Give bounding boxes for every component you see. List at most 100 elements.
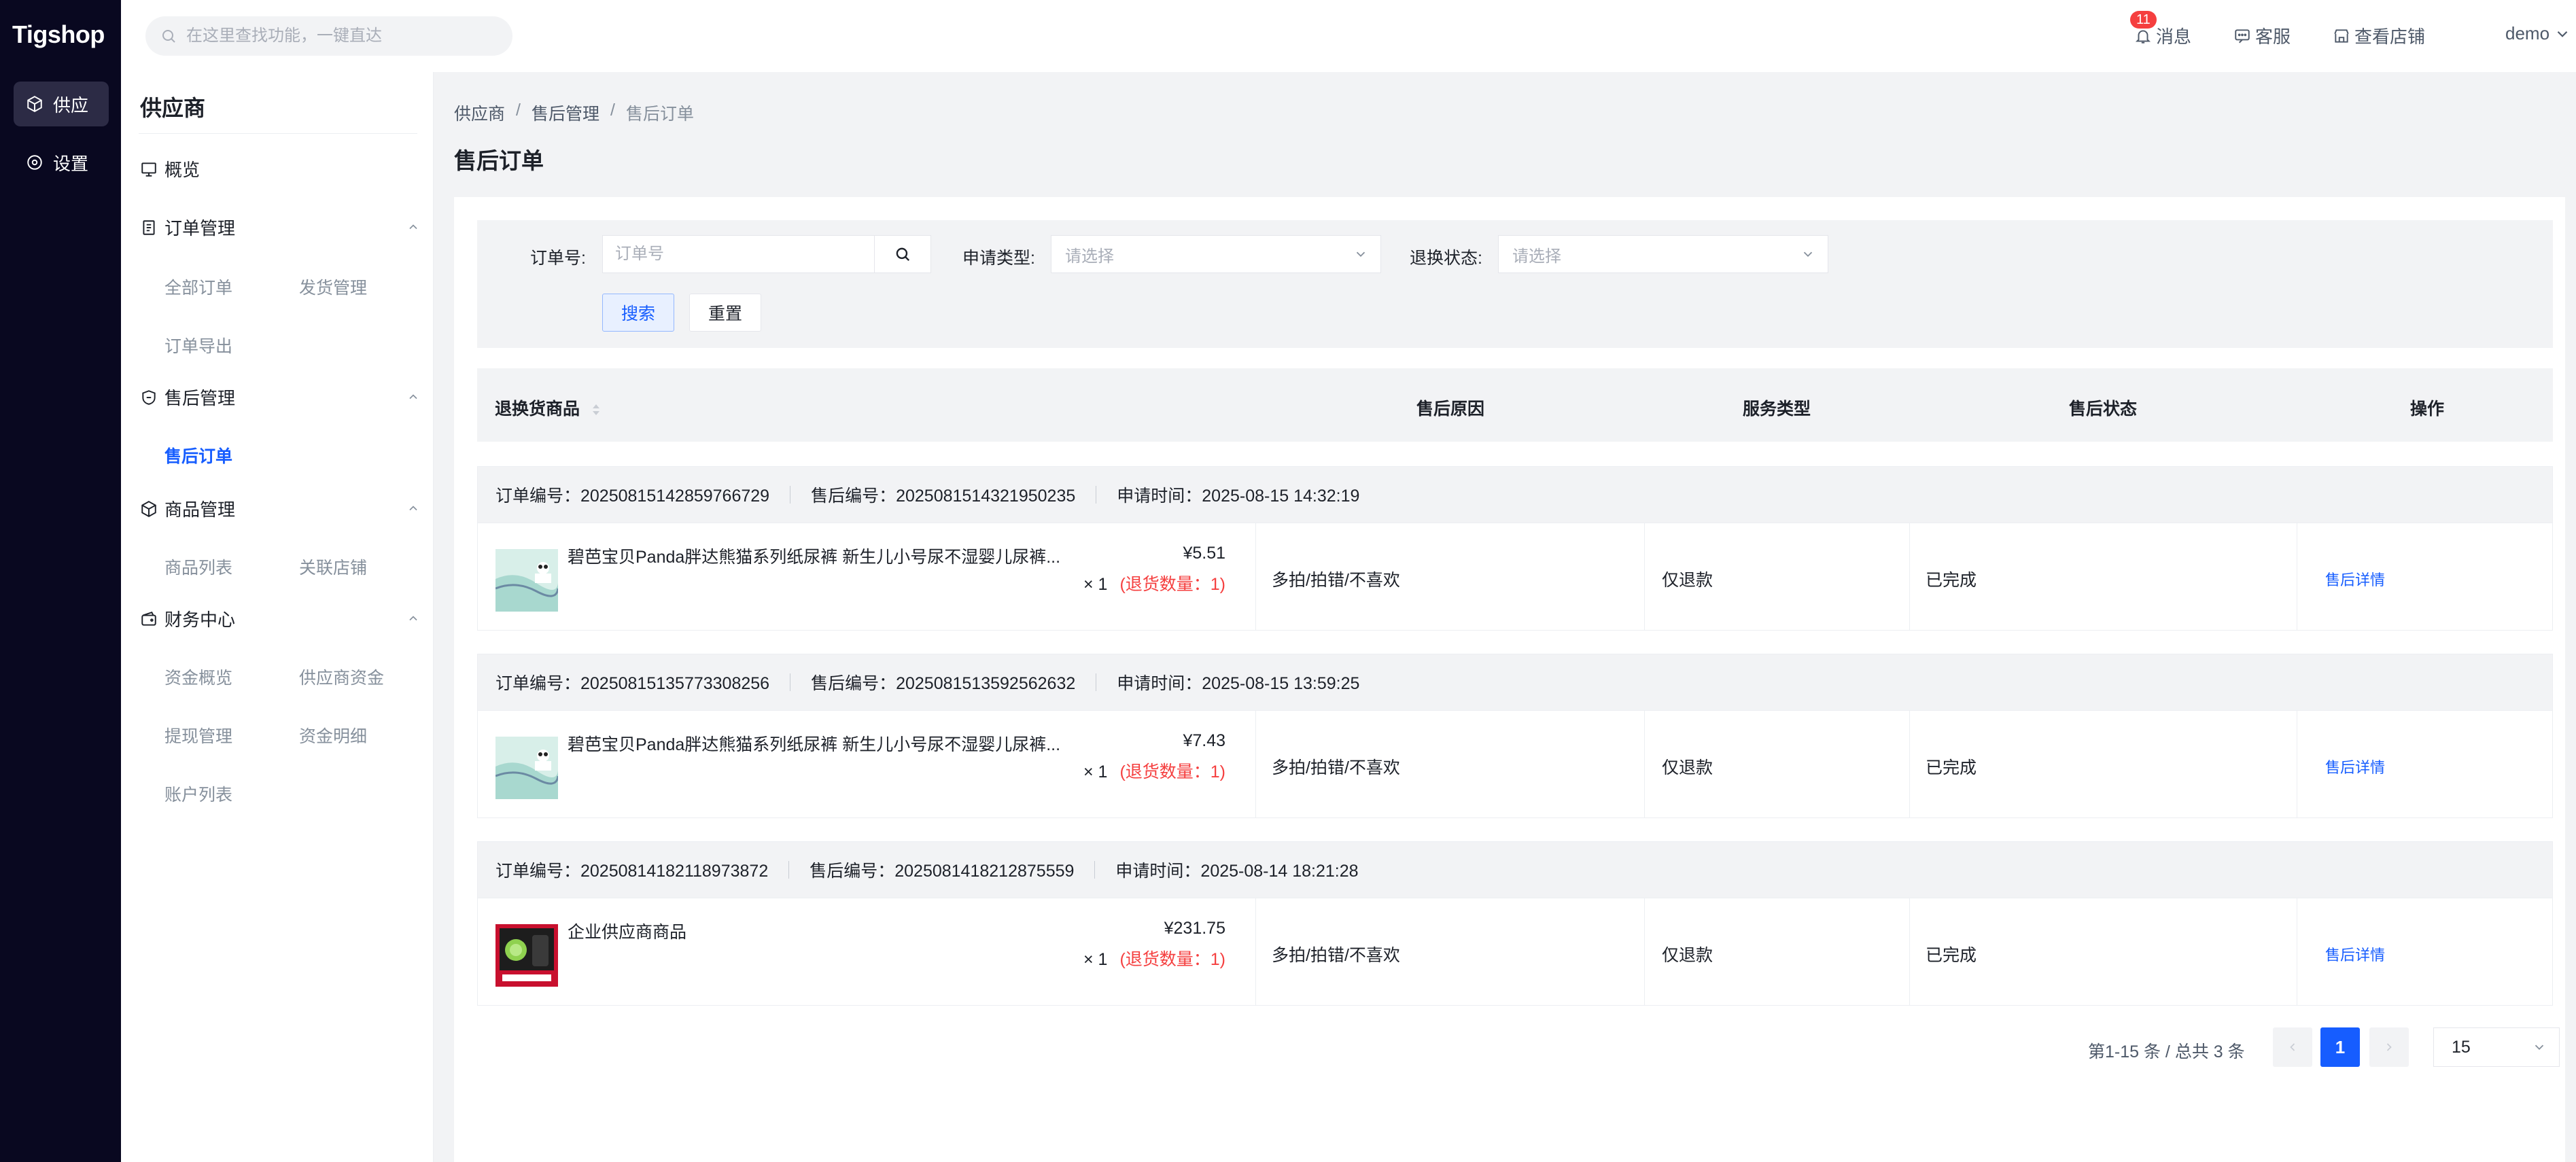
rail-item-label: 供应: [53, 94, 89, 116]
quantity-value: × 1: [1083, 762, 1108, 781]
shop-icon: [2334, 29, 2349, 43]
sidebar-group-products[interactable]: 商品管理: [140, 496, 235, 521]
sidebar-group-finance[interactable]: 财务中心: [140, 606, 235, 631]
aftersale-reason: 多拍/拍错/不喜欢: [1272, 758, 1400, 777]
breadcrumb-item[interactable]: 供应商: [454, 101, 505, 125]
breadcrumb-item[interactable]: 售后管理: [532, 101, 599, 125]
order-no-label: 订单号:: [530, 249, 586, 268]
order-number: 订单编号：20250814182118973872: [495, 862, 769, 881]
reset-button[interactable]: 重置: [689, 294, 761, 332]
return-status-select[interactable]: 请选择: [1498, 235, 1828, 273]
column-header-service: 服务类型: [1743, 400, 1811, 419]
notice-button[interactable]: 11 消息: [2130, 11, 2191, 48]
sidebar-item-linked-shops[interactable]: 关联店铺: [299, 554, 367, 579]
global-search-input[interactable]: [185, 26, 498, 46]
sidebar-group-label: 财务中心: [164, 610, 236, 630]
order-no-input[interactable]: [602, 235, 875, 273]
order-search-button[interactable]: [874, 235, 931, 273]
rail-item-label: 设置: [53, 153, 89, 174]
table-row: 订单编号：20250815135773308256 售后编号：202508151…: [477, 654, 2553, 818]
sidebar-divider: [139, 133, 417, 134]
page-size-select[interactable]: 15: [2433, 1027, 2560, 1067]
product-thumbnail[interactable]: [495, 924, 558, 987]
aftersale-status: 已完成: [1926, 946, 1977, 965]
sidebar-item-funds-overview[interactable]: 资金概览: [164, 665, 232, 689]
service-button[interactable]: 客服: [2233, 23, 2291, 48]
product-name[interactable]: 企业供应商商品: [568, 919, 1084, 943]
sidebar-item-withdrawals[interactable]: 提现管理: [164, 723, 232, 747]
box-icon: [141, 500, 156, 517]
view-shop-label: 查看店铺: [2354, 27, 2426, 47]
breadcrumb: 供应商 / 售后管理 / 售后订单: [454, 101, 694, 125]
product-name[interactable]: 碧芭宝贝Panda胖达熊猫系列纸尿裤 新生儿小号尿不湿婴儿尿裤...: [568, 731, 1084, 756]
apply-time: 申请时间：2025-08-15 13:59:25: [1117, 674, 1360, 693]
filter-panel: 订单号: 申请类型: 请选择 退换状态: 请选择 搜索 重置: [477, 220, 2553, 348]
breadcrumb-separator: /: [516, 101, 521, 120]
sidebar-title: 供应商: [140, 96, 206, 120]
sidebar-item-aftersale-orders[interactable]: 售后订单: [164, 443, 232, 468]
sidebar-group-label: 商品管理: [164, 499, 236, 520]
service-type: 仅退款: [1662, 946, 1713, 965]
aftersale-reason: 多拍/拍错/不喜欢: [1272, 571, 1400, 590]
product-thumbnail[interactable]: [495, 737, 558, 799]
product-name[interactable]: 碧芭宝贝Panda胖达熊猫系列纸尿裤 新生儿小号尿不湿婴儿尿裤...: [568, 544, 1084, 568]
sidebar-item-product-list[interactable]: 商品列表: [164, 554, 232, 579]
monitor-icon: [141, 162, 156, 177]
sidebar-item-order-export[interactable]: 订单导出: [164, 333, 232, 357]
column-header-reason: 售后原因: [1416, 400, 1485, 419]
chevron-down-icon: [1356, 251, 1365, 258]
apply-time: 申请时间：2025-08-14 18:21:28: [1115, 862, 1359, 881]
sidebar-group-aftersales[interactable]: 售后管理: [140, 385, 235, 410]
view-shop-button[interactable]: 查看店铺: [2333, 23, 2425, 48]
chevron-left-icon: [2290, 1043, 2295, 1051]
service-label: 客服: [2255, 27, 2291, 47]
service-type: 仅退款: [1662, 758, 1713, 777]
chevron-down-icon: [2557, 31, 2568, 37]
chevron-up-icon[interactable]: [406, 501, 420, 515]
column-header-product[interactable]: 退换货商品: [495, 395, 602, 420]
return-status-placeholder: 请选择: [1512, 247, 1561, 266]
aftersale-detail-link[interactable]: 售后详情: [2325, 756, 2385, 777]
rail-item-supply[interactable]: 供应: [14, 82, 109, 126]
aftersale-detail-link[interactable]: 售后详情: [2325, 943, 2385, 965]
sidebar-item-all-orders[interactable]: 全部订单: [164, 275, 232, 299]
page-button-current[interactable]: 1: [2320, 1027, 2360, 1067]
order-info-bar: 订单编号：20250815142859766729 售后编号：202508151…: [477, 466, 2553, 523]
global-search[interactable]: [145, 16, 512, 56]
user-name: demo: [2505, 23, 2550, 43]
search-icon: [896, 247, 910, 262]
sort-icon[interactable]: [590, 402, 602, 417]
sidebar-item-fund-details[interactable]: 资金明细: [299, 723, 367, 747]
aftersale-detail-link[interactable]: 售后详情: [2325, 568, 2385, 590]
product-quantity: × 1 (退货数量：1): [1083, 758, 1225, 783]
prev-page-button[interactable]: [2273, 1027, 2312, 1067]
quantity-value: × 1: [1083, 950, 1108, 969]
sidebar-item-supplier-funds[interactable]: 供应商资金: [299, 665, 384, 689]
sidebar-item-overview[interactable]: 概览: [140, 156, 200, 181]
aftersale-reason: 多拍/拍错/不喜欢: [1272, 946, 1400, 965]
aftersale-status: 已完成: [1926, 758, 1977, 777]
chevron-up-icon[interactable]: [406, 390, 420, 404]
order-icon: [143, 219, 155, 235]
column-header-label: 退换货商品: [495, 400, 580, 419]
rail-item-settings[interactable]: 设置: [14, 140, 109, 185]
chevron-up-icon[interactable]: [406, 220, 420, 234]
service-type: 仅退款: [1662, 571, 1713, 590]
chevron-down-icon: [2535, 1044, 2544, 1051]
user-menu[interactable]: demo: [2505, 23, 2571, 44]
product-thumbnail[interactable]: [495, 549, 558, 612]
chevron-up-icon[interactable]: [406, 612, 420, 625]
sidebar-group-label: 售后管理: [164, 388, 236, 408]
apply-type-select[interactable]: 请选择: [1051, 235, 1381, 273]
next-page-button[interactable]: [2369, 1027, 2409, 1067]
order-body: 碧芭宝贝Panda胖达熊猫系列纸尿裤 新生儿小号尿不湿婴儿尿裤... ¥7.43…: [477, 711, 2553, 818]
app-logo[interactable]: Tigshop: [12, 20, 105, 49]
aftersale-number: 售后编号：2025081418212875559: [810, 862, 1075, 881]
sidebar-item-accounts[interactable]: 账户列表: [164, 781, 232, 806]
column-header-action: 操作: [2410, 400, 2445, 419]
chevron-right-icon: [2386, 1043, 2392, 1051]
sidebar-group-orders[interactable]: 订单管理: [140, 215, 235, 240]
sidebar-item-shipping[interactable]: 发货管理: [299, 275, 367, 299]
order-info-bar: 订单编号：20250815135773308256 售后编号：202508151…: [477, 654, 2553, 711]
search-button[interactable]: 搜索: [602, 294, 674, 332]
